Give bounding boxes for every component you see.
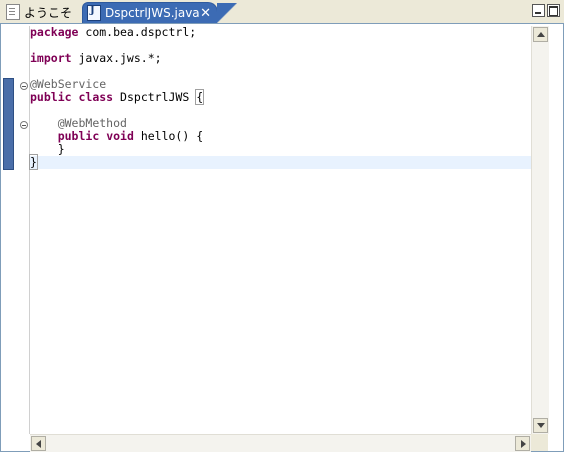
scroll-up-icon[interactable] <box>533 27 548 42</box>
scroll-right-icon[interactable] <box>515 436 530 451</box>
maximize-button[interactable] <box>547 4 560 17</box>
code-line: package com.bea.dspctrl; <box>30 26 531 39</box>
fold-collapse-icon[interactable] <box>20 121 28 129</box>
annotation: @WebService <box>30 77 107 91</box>
matching-bracket: { <box>195 89 205 105</box>
keyword: public <box>30 90 72 104</box>
fold-collapse-icon[interactable] <box>20 82 28 90</box>
code-line: public class DspctrlJWS { <box>30 89 531 105</box>
keyword: void <box>106 129 134 143</box>
java-file-icon <box>87 5 101 21</box>
code-area[interactable]: package com.bea.dspctrl; import javax.jw… <box>29 26 531 170</box>
tab-welcome[interactable]: ようこそ <box>2 2 82 22</box>
keyword: import <box>30 51 72 65</box>
code-text: com.bea.dspctrl; <box>78 25 197 39</box>
scrollbar-corner <box>531 434 548 451</box>
code-text: hello() { <box>133 129 204 143</box>
code-line: public void hello() { <box>30 130 531 143</box>
keyword: class <box>78 90 114 104</box>
tab-dspctrljws-label: DspctrlJWS.java <box>105 6 200 20</box>
code-line: import javax.jws.*; <box>30 52 531 65</box>
scroll-left-icon[interactable] <box>31 436 46 451</box>
close-tab-icon[interactable]: ✕ <box>200 6 211 21</box>
text-caret <box>36 156 38 169</box>
change-ruler-marker <box>3 78 14 170</box>
keyword: public <box>57 129 100 143</box>
document-icon <box>6 4 20 20</box>
java-editor[interactable]: package com.bea.dspctrl; import javax.jw… <box>0 23 564 452</box>
matching-bracket: } <box>29 154 38 170</box>
keyword: package <box>30 25 79 39</box>
vertical-scrollbar[interactable] <box>531 26 549 434</box>
annotation: @WebMethod <box>57 116 127 130</box>
code-line: } <box>30 143 531 156</box>
code-text: javax.jws.*; <box>71 51 162 65</box>
tab-welcome-label: ようこそ <box>24 5 73 20</box>
tab-dspctrljws-java[interactable]: DspctrlJWS.java ✕ <box>82 2 237 23</box>
horizontal-scrollbar[interactable] <box>30 434 531 452</box>
class-name: DspctrlJWS <box>120 90 190 104</box>
scroll-down-icon[interactable] <box>533 418 548 433</box>
current-line: } <box>29 154 531 170</box>
editor-tab-bar: ようこそ DspctrlJWS.java ✕ <box>0 0 564 24</box>
minimize-button[interactable] <box>532 4 545 17</box>
code-text: } <box>30 142 65 156</box>
